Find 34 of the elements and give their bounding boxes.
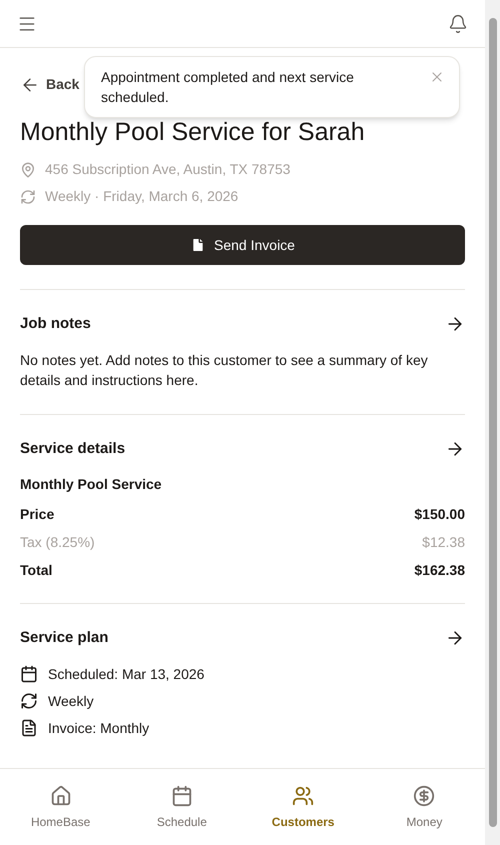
service-name: Monthly Pool Service [20, 475, 163, 494]
calendar-icon [170, 785, 193, 807]
job-notes-text: No notes yet. Add notes to this customer to see a summary of key details and instructions here. [20, 350, 429, 390]
section-title: Service details [20, 438, 126, 458]
section-title: Job notes [20, 314, 91, 334]
location-pin-icon [20, 162, 36, 178]
nav-tab[interactable]: HomeBase [0, 785, 122, 831]
page-title: Monthly Pool Service for Sarah [20, 117, 366, 147]
price-label: Price [20, 505, 54, 523]
repeat-icon [20, 188, 36, 204]
price-label: Total [20, 561, 52, 579]
people-icon [292, 785, 314, 807]
price-label: Tax (8.25%) [20, 533, 95, 551]
send-invoice-button[interactable]: Send Invoice [20, 225, 465, 265]
nav-tab[interactable]: Money [364, 785, 485, 831]
nav-tab[interactable]: Customers [242, 785, 364, 831]
nav-tab[interactable]: Schedule [121, 785, 242, 831]
toast-message: Appointment completed and next service scheduled. [101, 68, 355, 107]
house-icon [50, 785, 72, 807]
price-value: $162.38 [414, 561, 465, 579]
meta-text: 456 Subscription Ave, Austin, TX 78753 [45, 160, 290, 179]
section-title: Service plan [20, 628, 108, 648]
dollar-icon [413, 785, 436, 807]
repeat-icon [20, 692, 38, 710]
plan-text: Invoice: Monthly [48, 718, 150, 738]
meta-text: Weekly · Friday, March 6, 2026 [45, 187, 238, 206]
document-icon [20, 719, 38, 737]
calendar-icon [20, 665, 38, 683]
price-value: $12.38 [422, 533, 465, 551]
back-link[interactable]: Back [20, 74, 80, 95]
price-value: $150.00 [414, 505, 465, 523]
plan-text: Weekly [48, 692, 94, 711]
plan-text: Scheduled: Mar 13, 2026 [48, 664, 204, 684]
notifications-button[interactable] [448, 14, 468, 34]
